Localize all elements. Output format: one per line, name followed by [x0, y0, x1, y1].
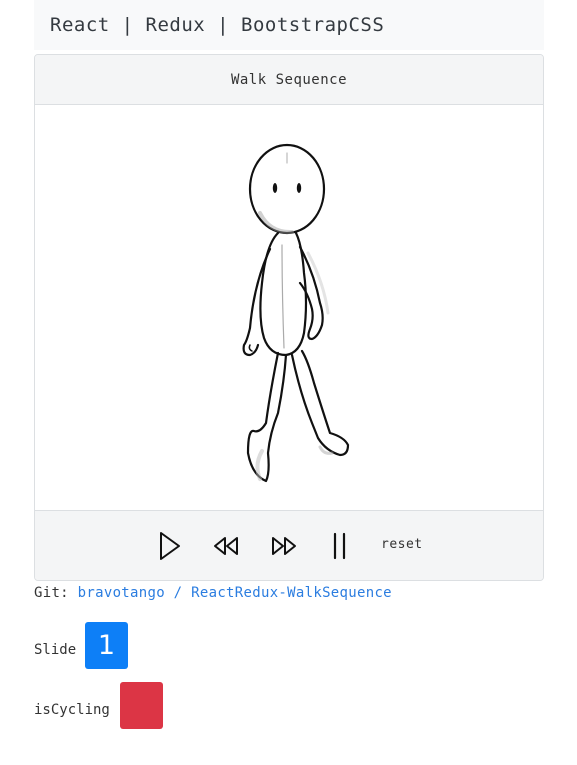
is-cycling-indicator — [120, 682, 163, 729]
animation-frame — [35, 105, 543, 512]
stick-figure-image — [242, 143, 350, 483]
pause-button[interactable] — [330, 531, 350, 561]
reset-button[interactable]: reset — [381, 537, 423, 552]
walk-sequence-card: Walk Sequence reset — [34, 54, 544, 581]
card-title: Walk Sequence — [35, 55, 543, 105]
is-cycling-label: isCycling — [34, 702, 110, 718]
rewind-button[interactable] — [212, 531, 240, 561]
pause-icon — [333, 532, 346, 560]
play-icon — [160, 532, 180, 560]
git-separator[interactable]: / — [165, 585, 191, 601]
git-prefix: Git: — [34, 585, 78, 601]
git-owner-link[interactable]: bravotango — [78, 585, 165, 601]
git-link-line: Git: bravotango / ReactRedux-WalkSequenc… — [34, 585, 392, 601]
navbar: React | Redux | BootstrapCSS — [34, 0, 544, 50]
fast-forward-button[interactable] — [270, 531, 298, 561]
rewind-icon — [214, 537, 238, 555]
fast-forward-icon — [272, 537, 296, 555]
slide-label: Slide — [34, 642, 77, 658]
git-repo-link[interactable]: ReactRedux-WalkSequence — [191, 585, 392, 601]
navbar-brand[interactable]: React | Redux | BootstrapCSS — [50, 14, 384, 36]
controls-bar: reset — [35, 510, 543, 580]
play-button[interactable] — [158, 531, 182, 561]
slide-number-badge: 1 — [85, 622, 128, 669]
